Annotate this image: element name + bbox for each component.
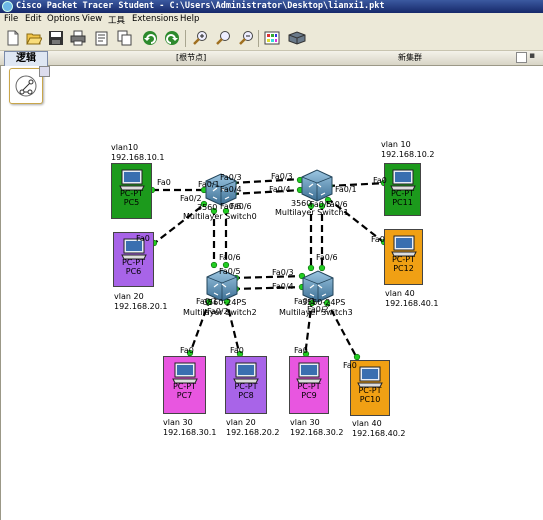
- port-label: Fa0/6: [326, 200, 348, 209]
- pc-type-label: PC-PT: [297, 382, 321, 391]
- port-label: Fa0: [371, 235, 385, 244]
- pc-pc12[interactable]: PC-PT PC12: [384, 229, 423, 285]
- pc-pc8[interactable]: PC-PT PC8: [225, 356, 267, 414]
- vlan-label: vlan 20: [226, 418, 256, 427]
- multilayer-switch-1[interactable]: [301, 169, 333, 202]
- pc-type-label: PC-PT: [391, 255, 415, 264]
- ip-label: 192.168.40.2: [352, 429, 406, 438]
- pc-type-label: PC-PT: [358, 386, 382, 395]
- pc-icon: [389, 169, 416, 191]
- port-label: Fa0/1: [196, 297, 218, 306]
- port-label: Fa0/6: [219, 253, 241, 262]
- vlan-label: vlan 40: [352, 419, 382, 428]
- ip-label: 192.168.30.2: [290, 428, 344, 437]
- link-sw2-sw3-b[interactable]: [232, 285, 306, 291]
- switch-name-label: Multilayer Switch1: [275, 208, 349, 217]
- port-label: Fa0/5: [219, 267, 241, 276]
- pc-pc7[interactable]: PC-PT PC7: [163, 356, 206, 414]
- port-label: Fa0: [180, 346, 194, 355]
- port-label: Fa0/6: [230, 202, 252, 211]
- pc-name-label: PC9: [301, 391, 317, 400]
- port-label: Fa0/4: [269, 185, 291, 194]
- port-label: Fa0/4: [272, 282, 294, 291]
- switch-name-label: Multilayer Switch0: [183, 212, 257, 221]
- port-label: Fa0/2: [307, 305, 329, 314]
- pc-icon: [118, 169, 145, 191]
- port-label: Fa0: [373, 176, 387, 185]
- port-label: Fa0/2: [207, 307, 229, 316]
- port-label: Fa0: [294, 346, 308, 355]
- port-label: Fa0/3: [272, 268, 294, 277]
- pc-type-label: PC-PT: [234, 382, 258, 391]
- pc-type-label: PC-PT: [390, 189, 414, 198]
- link-light: [353, 353, 361, 361]
- ip-label: 192.168.10.1: [111, 153, 165, 162]
- switch-model-label: 3560: [197, 203, 218, 212]
- ip-label: 192.168.30.1: [163, 428, 217, 437]
- pc-name-label: PC8: [238, 391, 254, 400]
- port-label: Fa0/3: [220, 173, 242, 182]
- pc-name-label: PC7: [176, 391, 193, 400]
- pc-name-label: PC12: [393, 264, 414, 273]
- pc-type-label: PC-PT: [119, 189, 143, 198]
- pc-type-label: PC-PT: [172, 382, 196, 391]
- port-label: Fa0: [136, 234, 150, 243]
- ip-label: 192.168.40.1: [385, 299, 439, 308]
- port-label: Fa0: [157, 178, 171, 187]
- vlan-label: vlan10: [111, 143, 139, 152]
- ip-label: 192.168.20.2: [226, 428, 280, 437]
- port-label: Fa0/3: [271, 172, 293, 181]
- link-light: [210, 261, 218, 269]
- vlan-label: vlan 30: [290, 418, 320, 427]
- pc-icon: [233, 362, 259, 384]
- vlan-label: vlan 10: [381, 140, 411, 149]
- ip-label: 192.168.20.1: [114, 302, 168, 311]
- ip-label: 192.168.10.2: [381, 150, 435, 159]
- vlan-label: vlan 40: [385, 289, 415, 298]
- vlan-label: vlan 20: [114, 292, 144, 301]
- pc-name-label: PC6: [125, 267, 142, 276]
- port-label: Fa0/4: [220, 185, 242, 194]
- pc-name-label: PC5: [123, 198, 140, 207]
- pc-icon: [390, 235, 417, 257]
- pc-pc11[interactable]: PC-PT PC11: [384, 163, 421, 216]
- switch-model-label: 3560: [291, 199, 312, 208]
- port-label: Fa0: [230, 346, 244, 355]
- vlan-label: vlan 30: [163, 418, 193, 427]
- pc-name-label: PC11: [392, 198, 413, 207]
- pc-pc5[interactable]: PC-PT PC5: [111, 163, 152, 219]
- port-label: Fa0/2: [180, 194, 202, 203]
- port-label: Fa0: [343, 361, 357, 370]
- port-label: Fa0/6: [316, 253, 338, 262]
- pc-icon: [296, 362, 322, 384]
- link-sw2-sw3-a[interactable]: [232, 274, 306, 280]
- link-sw0-sw1-b[interactable]: [231, 188, 303, 196]
- port-label: Fa0/1: [198, 180, 220, 189]
- pc-pc9[interactable]: PC-PT PC9: [289, 356, 329, 414]
- pc-name-label: PC10: [359, 395, 381, 404]
- port-label: Fa0/1: [335, 185, 357, 194]
- pc-type-label: PC-PT: [121, 258, 145, 267]
- pc-icon: [357, 366, 383, 388]
- pc-icon: [171, 362, 198, 384]
- link-light: [307, 264, 315, 272]
- link-light: [318, 264, 326, 272]
- topology-canvas: [148, 169, 388, 361]
